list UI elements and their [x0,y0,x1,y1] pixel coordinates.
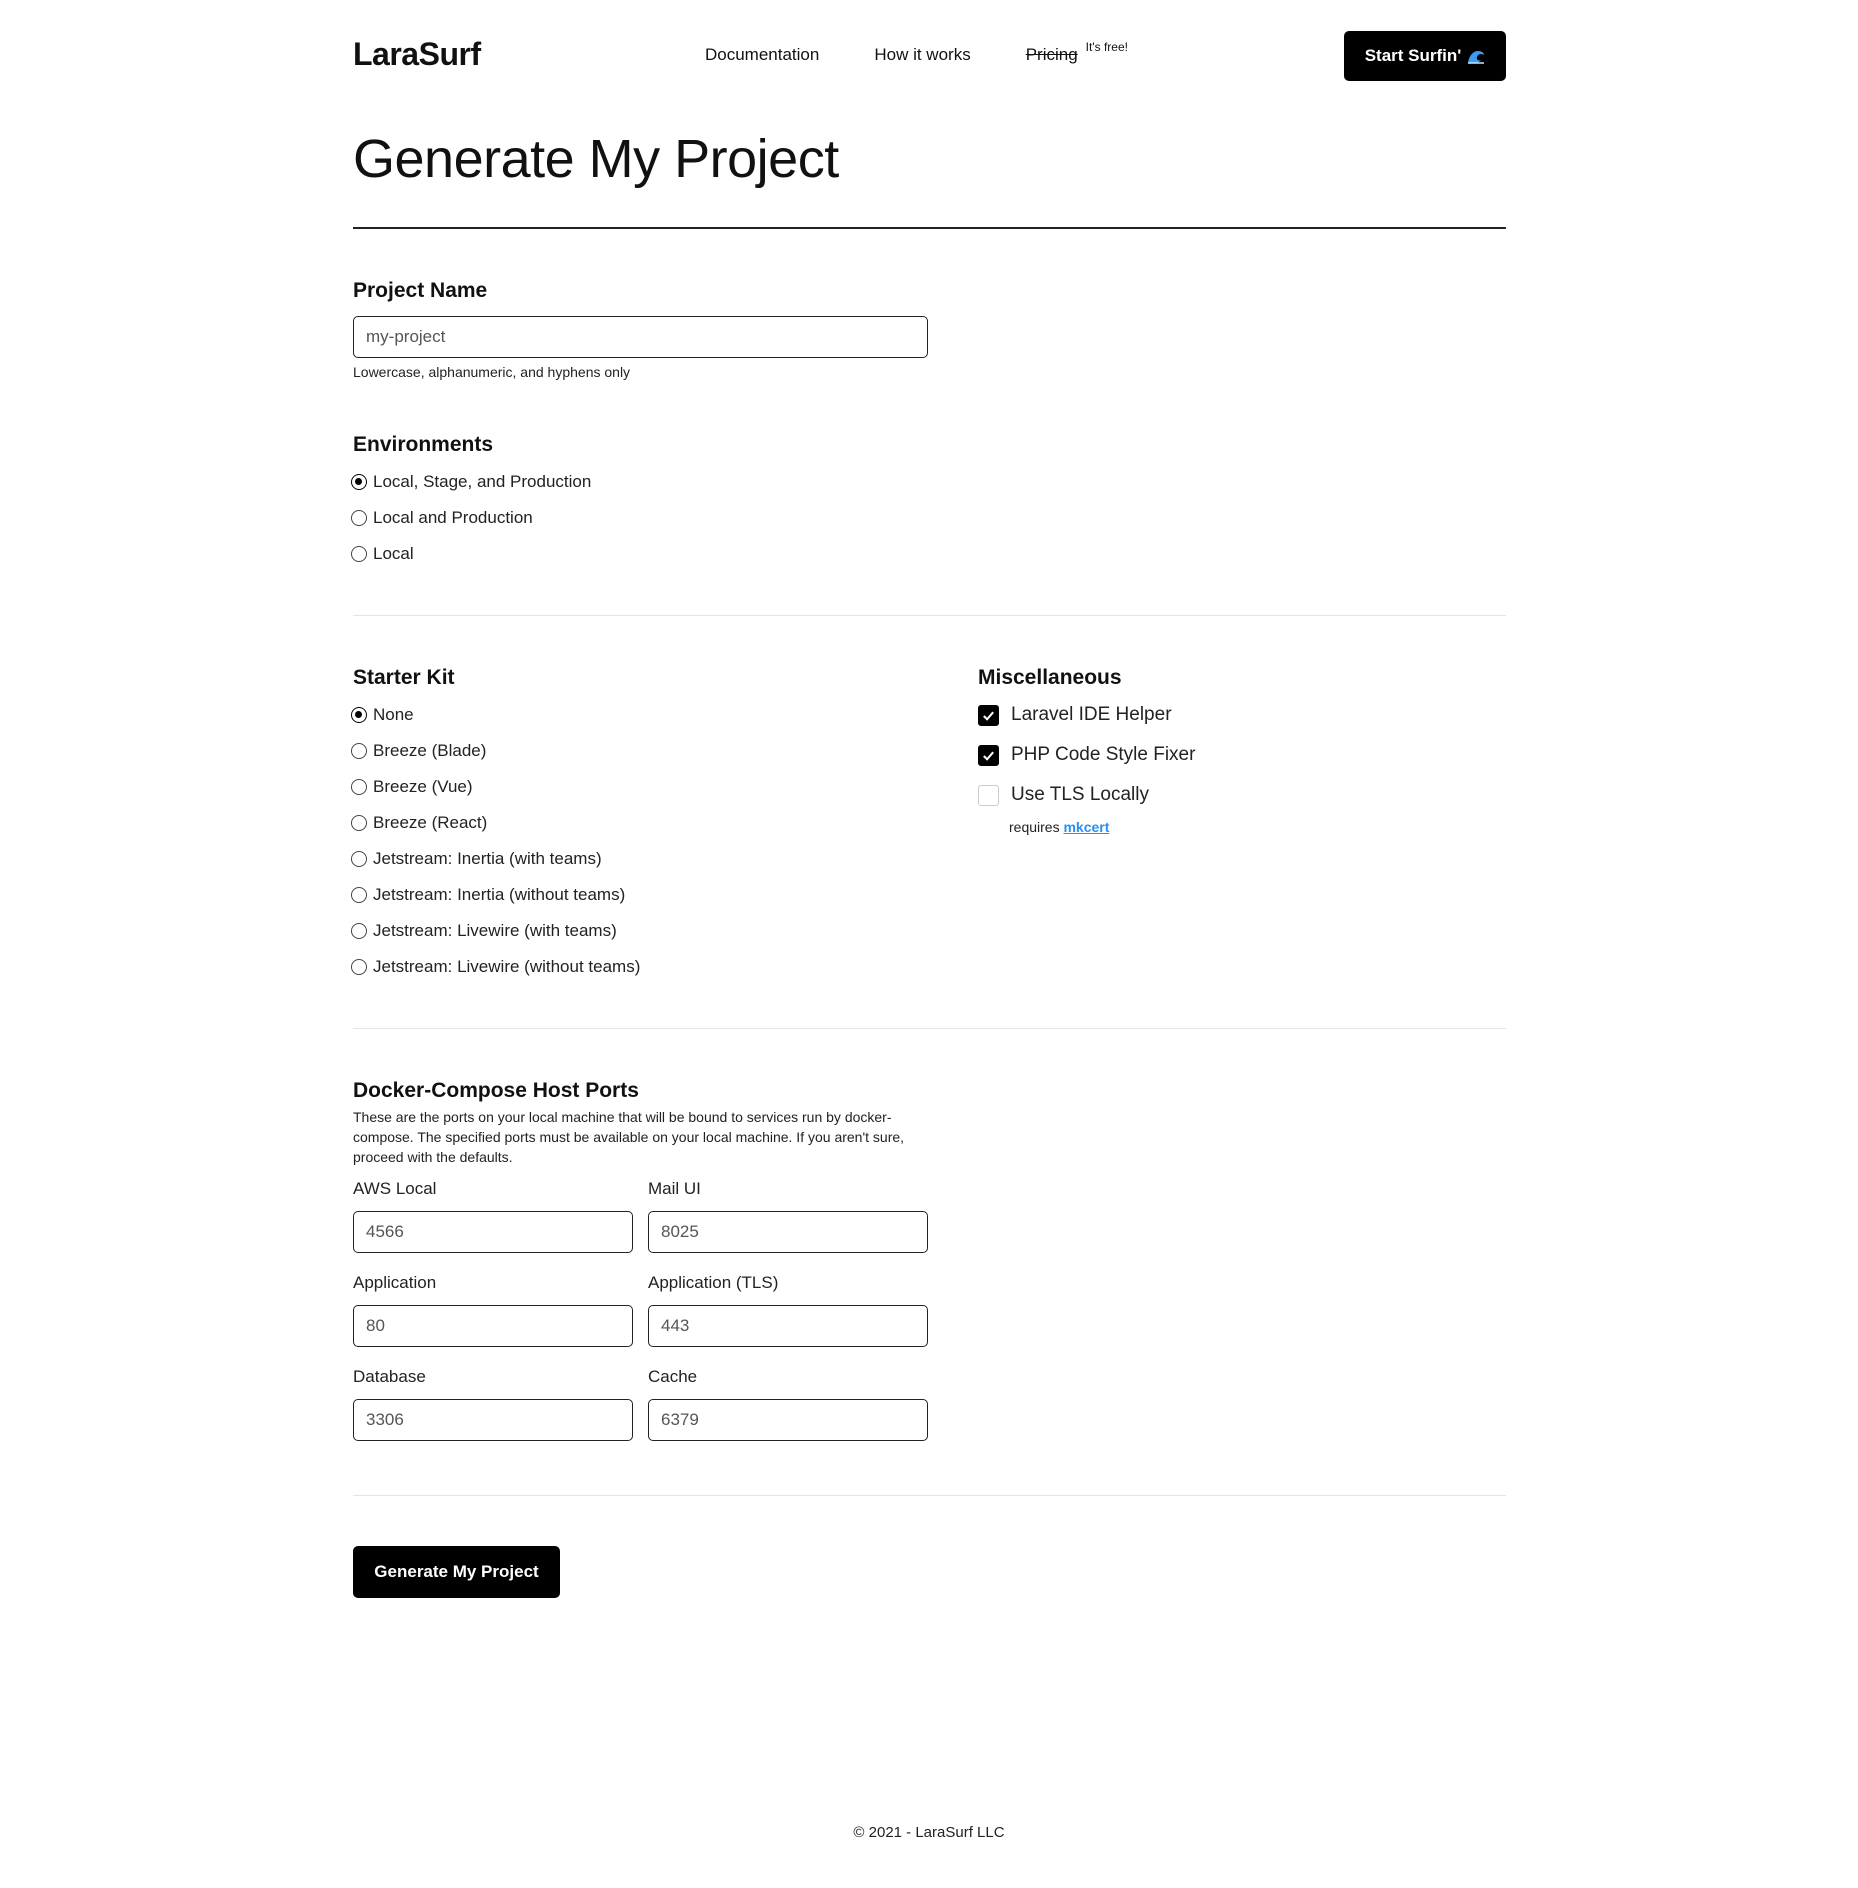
mail-ui-label: Mail UI [648,1179,701,1198]
ports-label: Docker-Compose Host Ports [353,1079,639,1102]
starter-kit-option-label: Breeze (React) [373,813,488,832]
starter-kit-option[interactable]: Jetstream: Inertia (with teams) [351,849,602,869]
starter-kit-option[interactable]: Jetstream: Livewire (with teams) [351,921,617,941]
checkbox-icon[interactable] [978,784,999,806]
environment-option[interactable]: Local and Production [351,508,533,528]
misc-option-use-tls[interactable]: Use TLS Locally [978,783,1149,807]
radio-icon[interactable] [351,743,367,759]
environment-option[interactable]: Local [351,544,414,564]
starter-kit-option-label: Jetstream: Livewire (with teams) [373,921,617,940]
cache-port-input[interactable] [648,1399,928,1441]
application-label: Application [353,1273,437,1292]
environments-label: Environments [353,433,494,456]
radio-icon[interactable] [351,851,367,867]
radio-icon[interactable] [351,510,367,526]
pricing-note: It's free! [1085,40,1128,54]
radio-selected-icon[interactable] [351,707,367,723]
misc-option-ide-helper[interactable]: Laravel IDE Helper [978,703,1172,727]
miscellaneous-label: Miscellaneous [978,666,1122,689]
page-title: Generate My Project [353,129,839,189]
radio-icon[interactable] [351,923,367,939]
radio-selected-icon[interactable] [351,474,367,490]
application-tls-label: Application (TLS) [648,1273,779,1292]
project-name-hint: Lowercase, alphanumeric, and hyphens onl… [353,364,631,380]
starter-kit-option-label: Jetstream: Inertia (with teams) [373,849,602,868]
misc-option-code-style-fixer[interactable]: PHP Code Style Fixer [978,743,1195,767]
starter-kit-option-label: Breeze (Blade) [373,741,487,760]
generate-project-button[interactable]: Generate My Project [353,1546,560,1598]
starter-kit-option[interactable]: Jetstream: Livewire (without teams) [351,957,640,977]
environment-option-label: Local [373,544,414,563]
main-nav: Documentation How it works Pricing It's … [705,40,1128,65]
starter-kit-option[interactable]: Breeze (React) [351,813,487,833]
site-logo[interactable]: LaraSurf [353,36,481,73]
starter-kit-option-label: Jetstream: Inertia (without teams) [373,885,626,904]
requires-text: requires [1009,819,1060,835]
nav-pricing[interactable]: Pricing [1026,45,1078,65]
starter-kit-option-label: Jetstream: Livewire (without teams) [373,957,641,976]
starter-kit-option[interactable]: None [351,705,414,725]
start-surfin-button[interactable]: Start Surfin' [1344,31,1506,81]
start-surfin-label: Start Surfin' [1364,46,1462,65]
section-divider [353,1495,1506,1496]
environment-option[interactable]: Local, Stage, and Production [351,472,591,492]
site-header: LaraSurf Documentation How it works Pric… [353,0,1506,110]
mail-ui-port-input[interactable] [648,1211,928,1253]
radio-icon[interactable] [351,959,367,975]
nav-documentation[interactable]: Documentation [705,45,819,65]
section-divider [353,615,1506,616]
starter-kit-option[interactable]: Breeze (Vue) [351,777,473,797]
misc-option-label: Laravel IDE Helper [1011,704,1172,725]
section-divider [353,1028,1506,1029]
starter-kit-option[interactable]: Breeze (Blade) [351,741,486,761]
radio-icon[interactable] [351,887,367,903]
aws-local-label: AWS Local [353,1179,437,1198]
starter-kit-option-label: None [373,705,414,724]
application-tls-port-input[interactable] [648,1305,928,1347]
starter-kit-option-label: Breeze (Vue) [373,777,473,796]
footer-copyright: © 2021 - LaraSurf LLC [853,1824,1005,1841]
misc-option-label: PHP Code Style Fixer [1011,744,1196,765]
starter-kit-label: Starter Kit [353,666,455,689]
cache-label: Cache [648,1367,698,1386]
application-port-input[interactable] [353,1305,633,1347]
title-divider [353,227,1506,229]
page-container: LaraSurf Documentation How it works Pric… [351,0,1506,1598]
misc-option-label: Use TLS Locally [1011,784,1149,805]
ports-description: These are the ports on your local machin… [353,1109,905,1165]
environment-option-label: Local and Production [373,508,533,527]
mkcert-link[interactable]: mkcert [1063,819,1109,835]
starter-kit-option[interactable]: Jetstream: Inertia (without teams) [351,885,625,905]
database-label: Database [353,1367,426,1386]
aws-local-port-input[interactable] [353,1211,633,1253]
radio-icon[interactable] [351,779,367,795]
project-name-input[interactable] [353,316,928,358]
radio-icon[interactable] [351,546,367,562]
checkbox-checked-icon[interactable] [978,704,999,726]
environment-option-label: Local, Stage, and Production [373,472,592,491]
radio-icon[interactable] [351,815,367,831]
tls-requirement-note: requires mkcert [1009,819,1109,835]
checkbox-checked-icon[interactable] [978,744,999,766]
nav-how-it-works[interactable]: How it works [874,45,970,65]
wave-icon [1467,49,1485,64]
database-port-input[interactable] [353,1399,633,1441]
project-name-label: Project Name [353,279,488,302]
